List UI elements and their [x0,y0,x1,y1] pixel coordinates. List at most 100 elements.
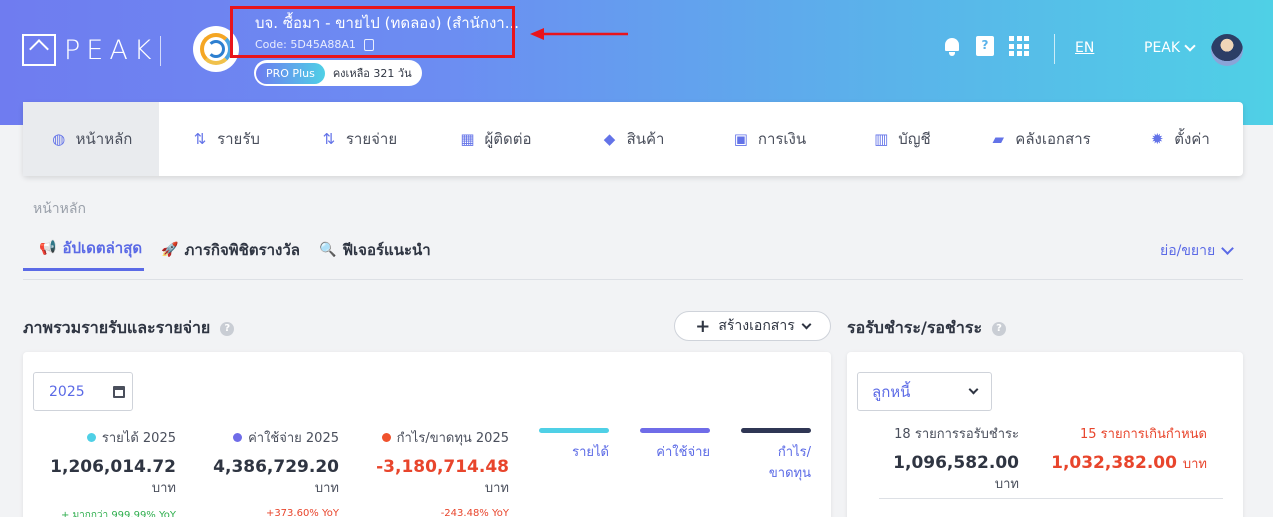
nav-item-contacts[interactable]: ▦ ผู้ติดต่อ [425,102,565,176]
income-dot [86,433,96,442]
nav-item-documents[interactable]: ▰ คลังเอกสาร [965,102,1115,176]
section-divider [23,279,1243,280]
nav-label: คลังเอกสาร [1015,130,1091,148]
main-nav: ◍ หน้าหลัก ⇅ รายรับ ⇅ รายจ่าย ▦ ผู้ติดต่… [23,102,1243,176]
card-divider [879,498,1223,499]
nav-item-income[interactable]: ⇅ รายรับ [159,102,292,176]
search-icon: 🔍 [319,241,337,258]
bell-icon[interactable] [943,37,961,56]
peak-logo[interactable]: PEAK [22,34,158,66]
update-tabs: 📢 อัปเดตล่าสุด 🚀 ภารกิจพิชิตรางวัล 🔍 ฟีเ… [23,232,433,271]
language-switch[interactable]: EN [1075,40,1094,56]
legend-expense[interactable]: ค่าใช้จ่าย [640,428,710,462]
stat-profit: กำไร/ขาดทุน 2025 -3,180,714.48 บาท -243.… [353,427,509,517]
nav-item-home[interactable]: ◍ หน้าหลัก [23,102,159,176]
stat-label: กำไร/ขาดทุน 2025 [396,431,509,446]
avatar[interactable] [1211,34,1243,66]
income-icon: ⇅ [193,130,207,148]
create-document-label: สร้างเอกสาร [718,318,795,334]
pending-unit: บาท [994,477,1019,492]
megaphone-icon: 📢 [39,240,57,256]
collapse-toggle[interactable]: ย่อ/ขยาย [1160,240,1235,262]
overview-card: 2025 รายได้ 2025 1,206,014.72 บาท + มากก… [23,352,831,517]
nav-label: สินค้า [626,130,665,148]
folder-icon: ▰ [992,130,1005,148]
breadcrumb: หน้าหลัก [33,201,86,217]
overdue-summary[interactable]: 15 รายการเกินกำหนด 1,032,382.00 บาท [1047,423,1207,474]
help-icon[interactable]: ? [992,321,1007,336]
overdue-label: 15 รายการเกินกำหนด [1080,427,1207,442]
nav-label: ผู้ติดต่อ [484,130,532,148]
chevron-down-icon [968,384,979,395]
nav-label: บัญชี [898,130,931,148]
nav-label: หน้าหลัก [75,130,133,148]
help-icon[interactable]: ? [220,321,235,336]
tab-latest-updates[interactable]: 📢 อัปเดตล่าสุด [23,232,145,271]
receivable-type-value: ลูกหนี้ [872,382,911,401]
year-value: 2025 [49,383,85,400]
plan-badge[interactable]: PRO Plus คงเหลือ 321 วัน [254,60,422,86]
nav-item-expense[interactable]: ⇅ รายจ่าย [292,102,425,176]
plus-icon: + [695,315,711,337]
tab-missions[interactable]: 🚀 ภารกิจพิชิตรางวัล [161,232,302,271]
nav-label: รายรับ [217,130,260,148]
help-book-icon[interactable]: ? [976,36,994,56]
box-icon: ◆ [603,130,616,148]
stat-change: -243.48% YoY [440,508,509,517]
receivables-title: รอรับชำระ/รอชำระ ? [847,316,1007,341]
receivable-type-select[interactable]: ลูกหนี้ [857,372,992,411]
legend-profit[interactable]: กำไร/ขาดทุน [741,428,811,483]
expense-icon: ⇅ [322,130,336,148]
chevron-down-icon [801,319,812,329]
peak-logo-mark [22,34,56,66]
calendar-icon [112,385,125,398]
header-divider [160,36,161,66]
header-icons: ? [943,36,1029,56]
overview-title-text: ภาพรวมรายรับและรายจ่าย [23,318,211,337]
stat-label: ค่าใช้จ่าย 2025 [248,431,339,446]
tab-label: อัปเดตล่าสุด [62,239,143,257]
annotation-arrow [530,28,628,40]
profit-dot [381,433,391,442]
stat-expense: ค่าใช้จ่าย 2025 4,386,729.20 บาท +373.60… [193,427,339,517]
apps-grid-icon[interactable] [1009,36,1029,56]
book-icon: ▥ [874,130,889,148]
legend-label: รายได้ [572,445,609,460]
contacts-icon: ▦ [460,130,475,148]
nav-label: ตั้งค่า [1174,130,1210,148]
pending-summary[interactable]: 18 รายการรอรับชำระ 1,096,582.00 บาท [867,423,1019,494]
user-menu[interactable]: PEAK [1144,40,1196,56]
expense-dot [233,433,243,442]
overdue-value: 1,032,382.00 [1051,453,1177,473]
header-divider-right [1054,34,1055,64]
pending-label: 18 รายการรอรับชำระ [894,427,1019,442]
receivables-title-text: รอรับชำระ/รอชำระ [847,318,983,337]
year-select[interactable]: 2025 [33,372,133,411]
legend-label: ค่าใช้จ่าย [656,445,710,460]
tab-label: ฟีเจอร์แนะนำ [342,240,431,259]
tab-recommended-features[interactable]: 🔍 ฟีเจอร์แนะนำ [319,232,433,271]
stat-unit: บาท [484,481,509,496]
stat-unit: บาท [151,481,176,496]
legend-income[interactable]: รายได้ [539,428,609,462]
peak-logo-text: PEAK [64,34,158,66]
nav-label: การเงิน [757,130,807,148]
overview-title: ภาพรวมรายรับและรายจ่าย ? [23,316,235,341]
rocket-icon: 🚀 [161,241,179,258]
receivables-card: ลูกหนี้ 18 รายการรอรับชำระ 1,096,582.00 … [847,352,1243,517]
nav-item-products[interactable]: ◆ สินค้า [565,102,700,176]
user-name: PEAK [1144,40,1181,56]
overdue-unit: บาท [1182,457,1207,472]
chevron-down-icon [1184,40,1196,52]
nav-item-accounting[interactable]: ▥ บัญชี [838,102,965,176]
stat-value: -3,180,714.48 [376,457,509,477]
money-icon: ▣ [733,130,748,148]
create-document-button[interactable]: + สร้างเอกสาร [674,311,831,341]
gear-icon: ✹ [1150,130,1164,148]
stat-value: 1,206,014.72 [50,457,176,477]
nav-item-settings[interactable]: ✹ ตั้งค่า [1115,102,1243,176]
nav-item-finance[interactable]: ▣ การเงิน [700,102,838,176]
stat-value: 4,386,729.20 [213,457,339,477]
pending-value: 1,096,582.00 [893,453,1019,473]
nav-label: รายจ่าย [345,130,398,148]
